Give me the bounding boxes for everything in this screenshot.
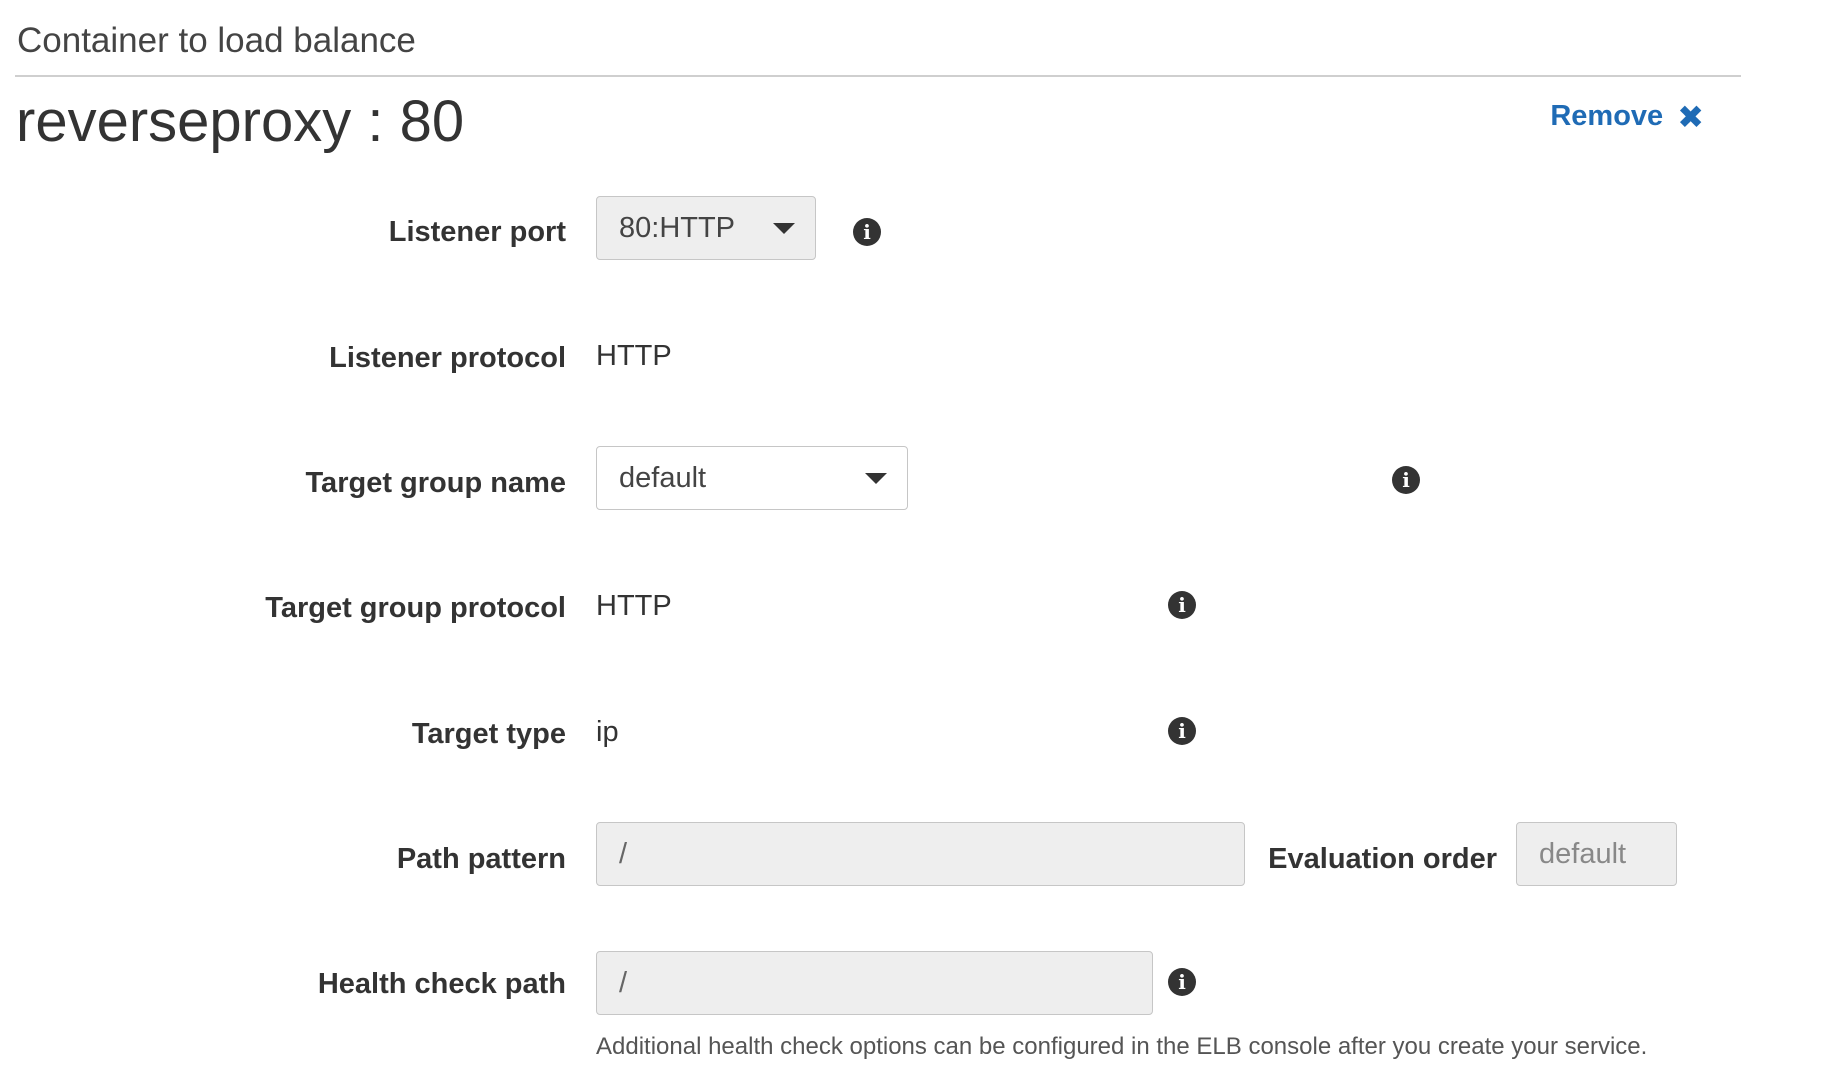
- remove-button[interactable]: Remove ✖: [1550, 100, 1704, 133]
- listener-port-select[interactable]: 80:HTTP: [596, 196, 816, 260]
- target-group-protocol-value: HTTP: [596, 590, 672, 622]
- info-icon[interactable]: i: [1168, 717, 1196, 745]
- info-icon[interactable]: i: [1168, 968, 1196, 996]
- close-icon: ✖: [1677, 98, 1704, 135]
- section-divider: [15, 75, 1741, 77]
- listener-protocol-value: HTTP: [596, 340, 672, 372]
- target-group-protocol-label: Target group protocol: [265, 592, 566, 624]
- target-group-name-label: Target group name: [305, 467, 567, 499]
- path-pattern-input[interactable]: /: [596, 822, 1245, 886]
- caret-down-icon: [773, 222, 795, 234]
- evaluation-order-input[interactable]: default: [1516, 822, 1677, 886]
- target-group-name-value: default: [619, 461, 707, 494]
- info-icon[interactable]: i: [1168, 591, 1196, 619]
- target-type-value: ip: [596, 716, 619, 748]
- target-type-label: Target type: [411, 718, 566, 750]
- caret-down-icon: [865, 472, 887, 484]
- path-pattern-label: Path pattern: [396, 843, 566, 875]
- section-title: Container to load balance: [17, 21, 416, 60]
- health-check-path-input[interactable]: /: [596, 951, 1153, 1015]
- info-icon[interactable]: i: [1392, 466, 1420, 494]
- health-check-help-text: Additional health check options can be c…: [596, 1033, 1648, 1060]
- evaluation-order-label: Evaluation order: [1268, 843, 1497, 875]
- info-icon[interactable]: i: [853, 218, 881, 246]
- listener-protocol-label: Listener protocol: [329, 342, 566, 374]
- target-group-name-select[interactable]: default: [596, 446, 908, 510]
- remove-label: Remove: [1550, 100, 1664, 132]
- health-check-path-label: Health check path: [317, 968, 566, 1000]
- listener-port-label: Listener port: [388, 216, 566, 248]
- page-title: reverseproxy : 80: [16, 89, 465, 154]
- listener-port-value: 80:HTTP: [619, 211, 736, 244]
